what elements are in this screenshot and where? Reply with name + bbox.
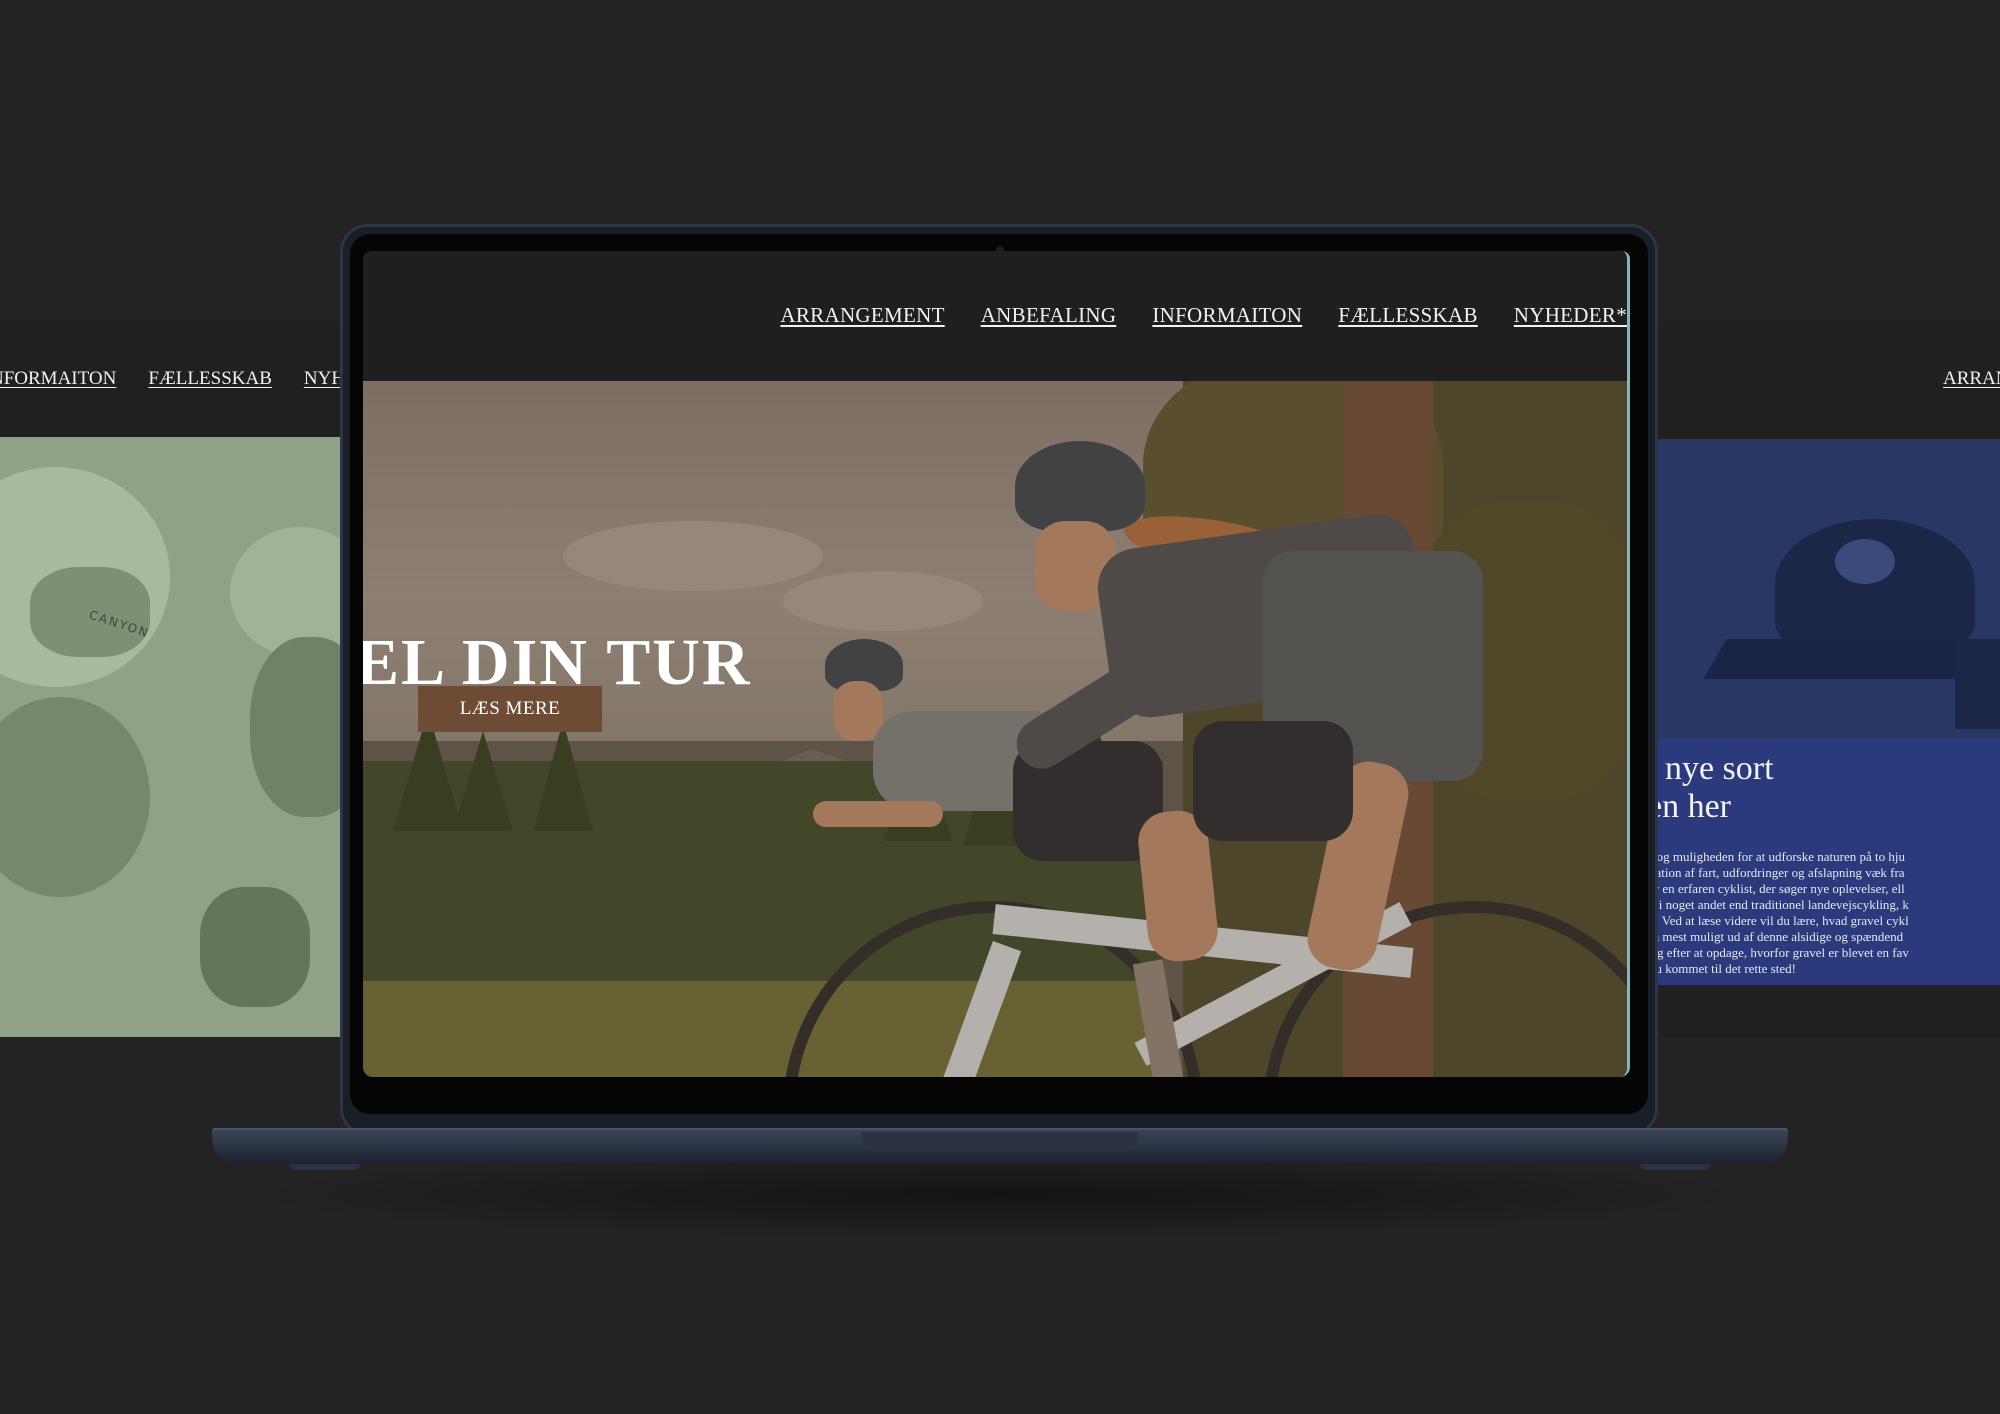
nav-anbefaling[interactable]: ANBEFALING [981,303,1117,328]
article-body-line: få mest muligt ud af denne alsidige og s… [1655,929,1904,944]
article-body-line: nation af fart, udfordringer og afslapni… [1655,865,1905,880]
article-body: r og muligheden for at udforske naturen … [1655,849,2000,977]
nav-faellesskab[interactable]: FÆLLESSKAB [1338,303,1478,328]
article-body-line: du kommet til det rette sted! [1655,961,1796,976]
laptop-foot-left [290,1164,360,1170]
right-nav-arrangement[interactable]: ARRAN [1943,368,2000,389]
article-body-line: n. Ved at læse videre vil du lære, hvad … [1655,913,1909,928]
article-title: t nye sort en her [1655,750,1774,826]
nav-nyheder[interactable]: NYHEDER* [1514,303,1627,328]
right-nav: ARRAN [1943,368,2000,390]
article-title-line: en her [1655,788,1732,825]
article-body-line: d i noget andet end traditionel landevej… [1655,897,1909,912]
left-background-page: NFORMAITON FÆLLESSKAB NYH CANYON [0,322,345,1037]
article-title-line: t nye sort [1655,750,1774,787]
article-body-line: rig efter at opdage, hvorfor gravel er b… [1655,945,1909,960]
right-background-page: ARRAN t nye sort en her r og muligheden … [1655,322,2000,1037]
laptop-foot-right [1640,1164,1710,1170]
nav-informaiton[interactable]: INFORMAITON [1152,303,1302,328]
hero-section: EL DIN TUR LÆS MERE [363,381,1627,1077]
left-nav-faellesskab[interactable]: FÆLLESSKAB [148,368,272,390]
gravel-bike-image [1655,439,2000,739]
laptop-opening-notch [862,1132,1138,1152]
left-nav: NFORMAITON FÆLLESSKAB NYH [0,368,345,390]
nav-arrangement[interactable]: ARRANGEMENT [780,303,944,328]
laptop-screen: ARRANGEMENT ANBEFALING INFORMAITON FÆLLE… [363,251,1630,1077]
cyclist-celebration-image: CANYON [0,437,345,1037]
left-nav-nyheder[interactable]: NYH [304,368,345,390]
article-body-line: r og muligheden for at udforske naturen … [1655,849,1905,864]
main-nav: ARRANGEMENT ANBEFALING INFORMAITON FÆLLE… [780,303,1627,328]
article-body-line: er en erfaren cyklist, der søger nye opl… [1655,881,1905,896]
read-more-button[interactable]: LÆS MERE [418,686,602,732]
left-nav-informaiton[interactable]: NFORMAITON [0,368,116,390]
